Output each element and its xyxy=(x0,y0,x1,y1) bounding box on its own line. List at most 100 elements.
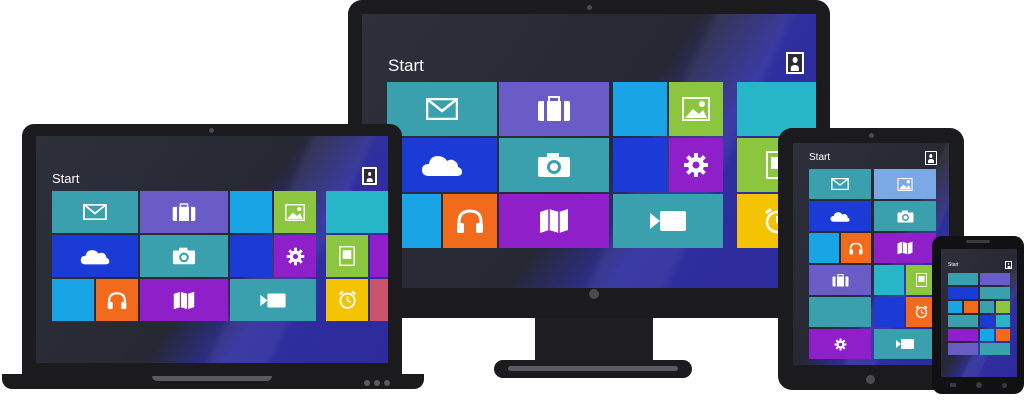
teal-tile[interactable] xyxy=(996,315,1010,327)
briefcase-icon xyxy=(172,202,196,221)
phone-speaker xyxy=(966,240,990,243)
music-tile[interactable] xyxy=(841,233,871,263)
skydrive-tile[interactable] xyxy=(809,201,871,231)
user-avatar-icon[interactable] xyxy=(786,52,804,74)
phone-tile[interactable] xyxy=(948,343,978,355)
gear-icon xyxy=(684,153,708,177)
skyblue-tile[interactable] xyxy=(613,82,667,136)
monitor-screen: Start xyxy=(362,14,816,288)
store-tile[interactable] xyxy=(140,191,228,233)
video-tile[interactable] xyxy=(613,194,723,248)
back-icon[interactable] xyxy=(950,383,956,387)
settings-tile[interactable] xyxy=(809,329,871,359)
user-avatar-icon[interactable] xyxy=(362,167,377,185)
laptop-camera xyxy=(209,128,214,133)
indicator-light xyxy=(374,380,380,386)
teal-tile[interactable] xyxy=(874,265,904,295)
camera-tile[interactable] xyxy=(499,138,609,192)
photos-tile[interactable] xyxy=(669,82,723,136)
alarms-tile[interactable] xyxy=(326,279,368,321)
briefcase-icon xyxy=(832,273,848,286)
alarms-tile[interactable] xyxy=(996,329,1010,341)
photo-icon xyxy=(897,177,913,191)
video-tile[interactable] xyxy=(980,343,1010,355)
start-label: Start xyxy=(948,262,959,268)
video-camera-icon xyxy=(650,211,686,231)
mail-tile[interactable] xyxy=(948,273,978,285)
skyblue-tile[interactable] xyxy=(948,301,962,313)
settings-tile[interactable] xyxy=(980,315,994,327)
blue-tile[interactable] xyxy=(980,329,994,341)
maps-tile[interactable] xyxy=(874,233,936,263)
user-avatar-icon[interactable] xyxy=(925,151,937,165)
camera-tile[interactable] xyxy=(874,201,936,231)
contact-card-icon xyxy=(339,246,355,266)
skyblue-tile[interactable] xyxy=(809,233,839,263)
camera-icon xyxy=(897,210,913,222)
mail-icon xyxy=(426,98,458,120)
laptop-screen: Start xyxy=(36,136,388,363)
video-tile[interactable] xyxy=(874,329,936,359)
photos-tile[interactable] xyxy=(996,301,1010,313)
contacts-tile[interactable] xyxy=(326,235,368,277)
music-tile[interactable] xyxy=(964,301,978,313)
laptop-indicator-lights xyxy=(364,380,404,386)
video-camera-icon xyxy=(260,293,286,307)
tablet-home-button[interactable] xyxy=(866,375,875,384)
cloud-icon xyxy=(830,211,850,222)
start-label: Start xyxy=(52,171,80,186)
laptop-hinge-highlight xyxy=(152,376,272,381)
store-tile[interactable] xyxy=(499,82,609,136)
maps-tile[interactable] xyxy=(140,279,228,321)
teal-wide-tile[interactable] xyxy=(809,297,871,327)
home-icon[interactable] xyxy=(976,382,982,388)
mail-tile[interactable] xyxy=(809,169,871,199)
map-icon xyxy=(540,209,568,233)
gear-icon xyxy=(834,338,846,350)
blue-tile[interactable] xyxy=(613,138,667,192)
camera-icon xyxy=(538,153,570,177)
tablet-camera xyxy=(869,133,874,138)
mail-tile[interactable] xyxy=(387,82,497,136)
music-tile[interactable] xyxy=(96,279,138,321)
start-label: Start xyxy=(809,152,831,163)
settings-tile[interactable] xyxy=(669,138,723,192)
gear-icon xyxy=(286,247,304,265)
monitor-camera xyxy=(587,5,592,10)
skyblue-tile[interactable] xyxy=(230,191,272,233)
maps-tile[interactable] xyxy=(499,194,609,248)
photo-icon xyxy=(682,97,710,121)
cloud-icon xyxy=(422,156,462,176)
search-icon[interactable] xyxy=(1002,383,1007,388)
maps-tile[interactable] xyxy=(948,315,978,327)
skydrive-tile[interactable] xyxy=(948,287,978,299)
settings-tile[interactable] xyxy=(274,235,316,277)
store-tile[interactable] xyxy=(809,265,871,295)
purple-edge-tile[interactable] xyxy=(370,235,388,277)
camera-tile[interactable] xyxy=(980,287,1010,299)
contacts-tile[interactable] xyxy=(980,301,994,313)
camera-icon xyxy=(172,247,196,265)
music-tile[interactable] xyxy=(443,194,497,248)
blue-tile[interactable] xyxy=(230,235,272,277)
headphones-icon xyxy=(457,209,483,233)
monitor-stand-highlight xyxy=(508,366,678,371)
rose-edge-tile[interactable] xyxy=(370,279,388,321)
skydrive-tile[interactable] xyxy=(387,138,497,192)
photos-tile[interactable] xyxy=(274,191,316,233)
skyblue-small-tile[interactable] xyxy=(52,279,94,321)
skydrive-tile[interactable] xyxy=(52,235,138,277)
mail-icon xyxy=(83,204,107,220)
camera-tile[interactable] xyxy=(140,235,228,277)
user-avatar-icon[interactable] xyxy=(1005,261,1012,269)
store-tile[interactable] xyxy=(980,273,1010,285)
start-label: Start xyxy=(388,56,424,75)
cyan-tile[interactable] xyxy=(326,191,388,233)
photos-tile[interactable] xyxy=(874,169,936,199)
mail-tile[interactable] xyxy=(52,191,138,233)
video-tile[interactable] xyxy=(230,279,316,321)
purple-tile[interactable] xyxy=(948,329,978,341)
blue-tile[interactable] xyxy=(874,297,904,327)
alarm-clock-icon xyxy=(338,290,356,309)
monitor-power-button[interactable] xyxy=(589,289,599,299)
